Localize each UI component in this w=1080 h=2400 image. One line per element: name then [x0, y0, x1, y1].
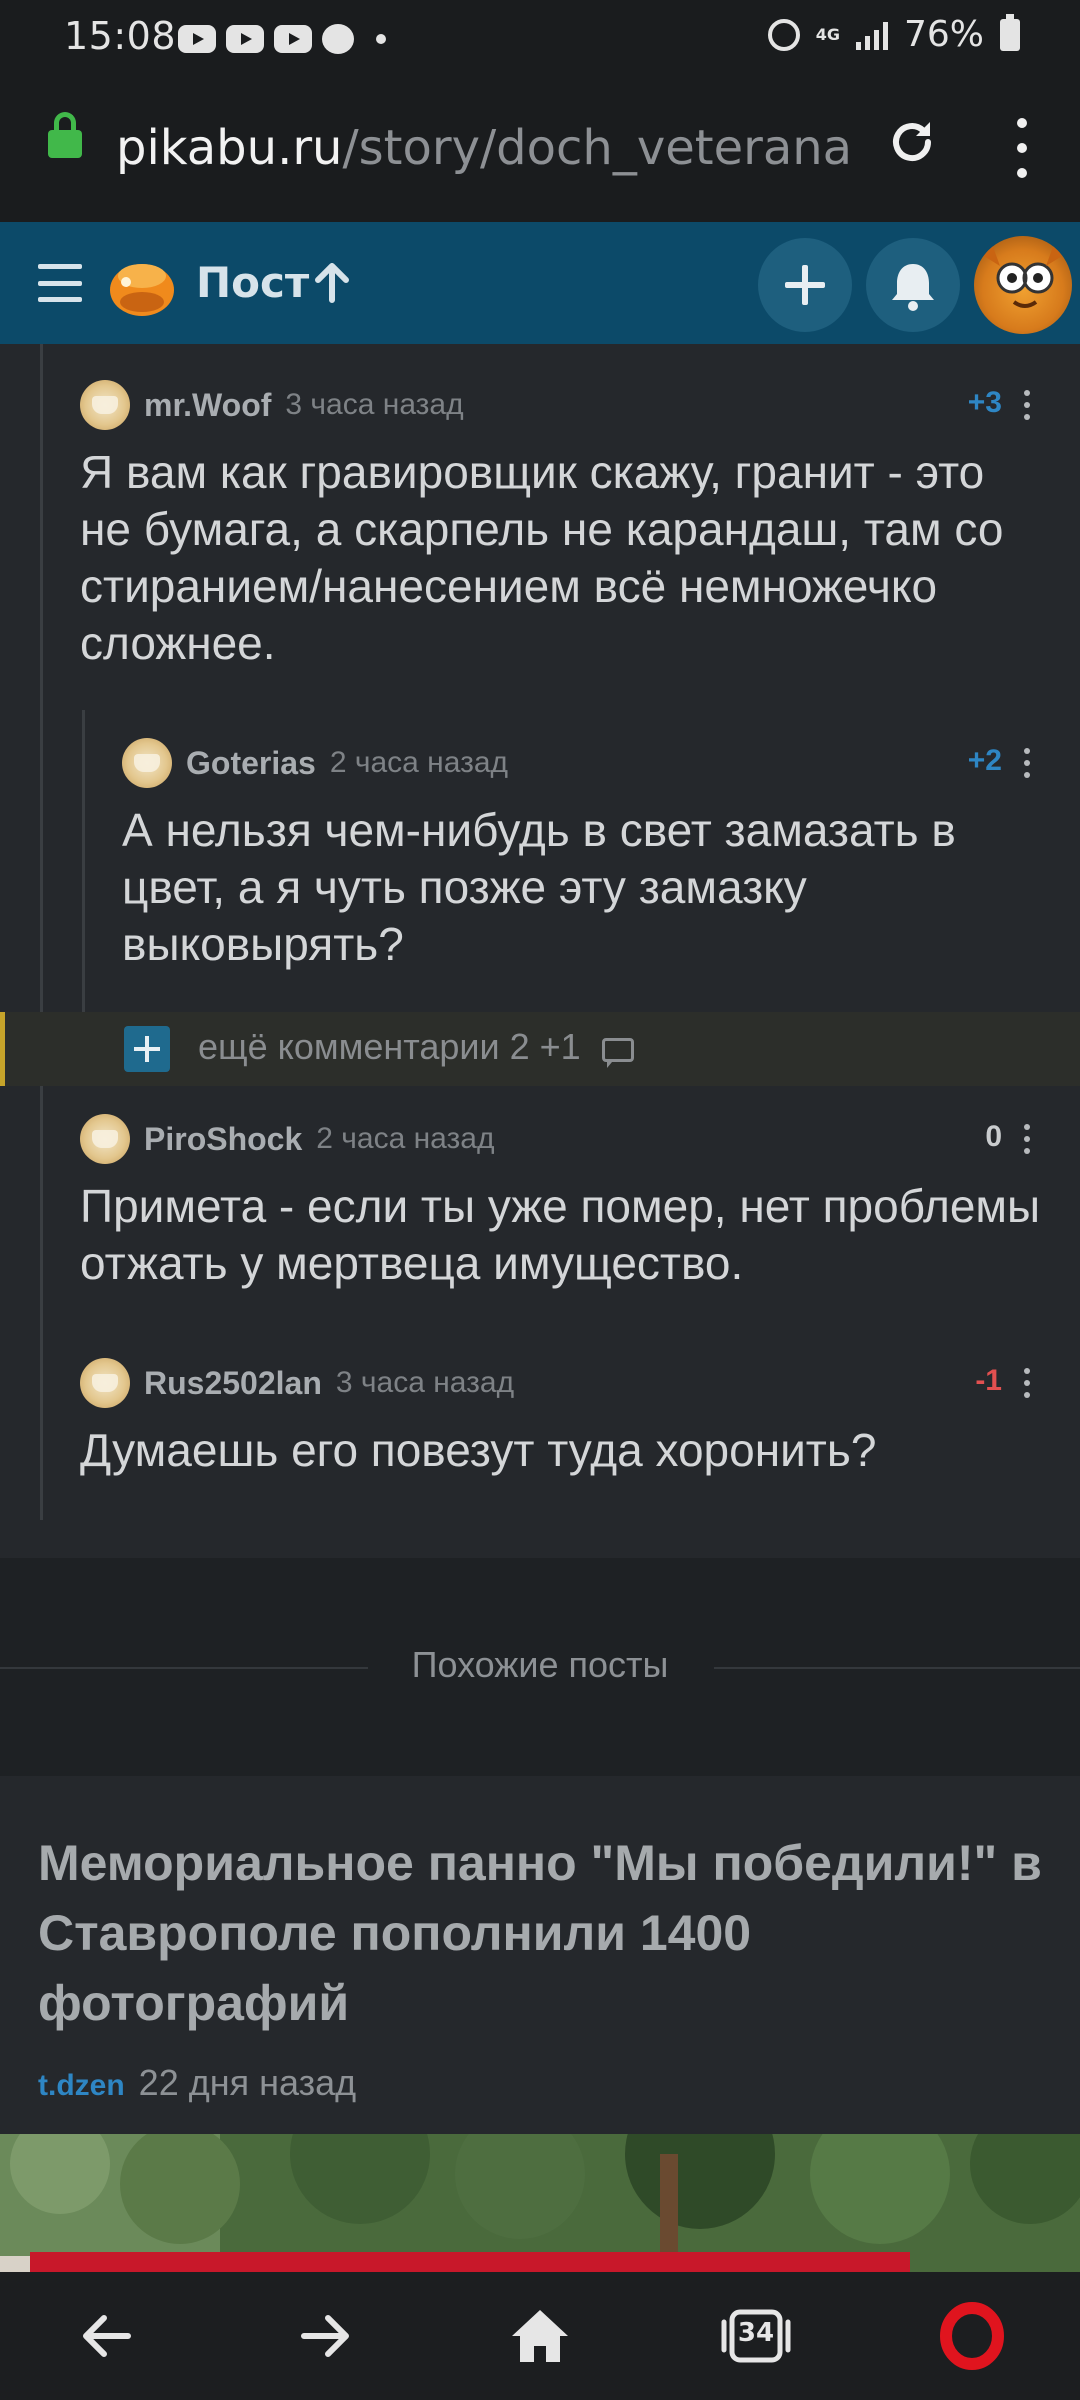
comment-time: 2 часа назад [329, 746, 509, 779]
browser-url-bar: pikabu.ru/story/doch_veterana_pros [0, 78, 1080, 222]
similar-post-source[interactable]: t.dzen [38, 2069, 125, 2103]
status-bar: 15:08 4G 76% [0, 0, 1080, 78]
forward-icon[interactable] [284, 2296, 364, 2376]
comment-time: 3 часа назад [335, 1366, 515, 1399]
similar-post-time: 22 дня назад [138, 2062, 357, 2103]
signal-icon [855, 20, 888, 50]
comment-header: PiroShock 2 часа назад [80, 1114, 494, 1164]
comment-menu-icon[interactable] [1022, 1124, 1032, 1154]
more-notifications-icon [376, 34, 386, 44]
comment-text: Думаешь его повезут туда хоронить? [80, 1424, 877, 1476]
similar-post-title[interactable]: Мемориальное панно "Мы победили!" в Став… [38, 1828, 1048, 2038]
avatar[interactable] [80, 1114, 130, 1164]
youtube-notification-icon [274, 25, 312, 53]
reply-thread-line[interactable] [82, 710, 85, 1016]
browser-bottom-nav: 34 [0, 2272, 1080, 2400]
comment-author[interactable]: Goterias [186, 745, 316, 782]
user-avatar[interactable] [974, 236, 1072, 334]
comment-menu-icon[interactable] [1022, 1368, 1032, 1398]
comment-header: Goterias 2 часа назад [122, 738, 508, 788]
youtube-notification-icon [226, 25, 264, 53]
back-icon[interactable] [68, 2296, 148, 2376]
status-time: 15:08 [64, 14, 177, 58]
page-title: Пост [196, 258, 310, 307]
comment-rating: +2 [967, 744, 1002, 777]
menu-icon[interactable] [38, 264, 82, 302]
notification-icons [178, 24, 386, 54]
comment-menu-icon[interactable] [1022, 390, 1032, 420]
url-field[interactable]: pikabu.ru/story/doch_veterana_pros [116, 120, 850, 176]
battery-icon [1000, 13, 1020, 51]
comment-rating: 0 [985, 1120, 1002, 1153]
bell-icon [892, 264, 934, 311]
highlight-bar [0, 1012, 5, 1086]
trees-photo [0, 2134, 1080, 2272]
cat-avatar-icon [984, 244, 1062, 308]
comment-author[interactable]: Rus2502lan [144, 1365, 322, 1402]
app-notification-icon [322, 24, 354, 54]
avatar[interactable] [80, 380, 130, 430]
tabs-count: 34 [737, 2318, 775, 2348]
similar-post-image[interactable] [0, 2134, 1080, 2272]
comment-text: А нельзя чем-нибудь в свет замазать в цв… [122, 804, 956, 970]
comment-time: 2 часа назад [316, 1122, 495, 1155]
comment-bubble-icon [602, 1038, 634, 1068]
avatar[interactable] [80, 1358, 130, 1408]
similar-posts-heading: Похожие посты [411, 1644, 669, 1685]
comment-text: Я вам как гравировщик скажу, гранит - эт… [80, 446, 1004, 669]
comment-rating: -1 [975, 1364, 1002, 1397]
reload-icon[interactable] [884, 114, 940, 170]
add-post-button[interactable] [758, 238, 852, 332]
comment-author[interactable]: mr.Woof [144, 387, 271, 424]
more-comments-label[interactable]: ещё комментарии 2 +1 [198, 1026, 581, 1068]
youtube-notification-icon [178, 25, 216, 53]
similar-post-meta: t.dzen 22 дня назад [38, 2062, 356, 2104]
more-comments-row[interactable]: ещё комментарии 2 +1 [0, 1012, 1080, 1086]
url-path: /story/doch_veterana_pros [342, 120, 850, 176]
thread-line[interactable] [40, 344, 43, 1520]
lock-icon-body [48, 130, 82, 158]
pikabu-logo-icon[interactable] [104, 246, 178, 320]
comment-author[interactable]: PiroShock [144, 1121, 302, 1158]
comment-time: 3 часа назад [285, 388, 464, 421]
opera-menu-icon[interactable] [932, 2296, 1012, 2376]
browser-menu-icon[interactable] [1004, 118, 1040, 178]
expand-comments-button[interactable] [124, 1026, 170, 1072]
alarm-icon [767, 18, 800, 51]
comment-rating: +3 [967, 386, 1002, 419]
url-host: pikabu.ru [116, 120, 343, 176]
comment-header: mr.Woof 3 часа назад [80, 380, 464, 430]
site-header: Пост [0, 222, 1080, 344]
comment-text: Примета - если ты уже помер, нет проблем… [80, 1180, 1041, 1289]
avatar[interactable] [122, 738, 172, 788]
tabs-button[interactable]: 34 [716, 2296, 796, 2376]
battery-percent: 76% [903, 14, 984, 55]
notifications-button[interactable] [866, 238, 960, 332]
plus-icon [785, 265, 825, 305]
scroll-up-icon[interactable] [312, 258, 352, 306]
similar-posts-header: Похожие посты [0, 1558, 1080, 1776]
comment-header: Rus2502lan 3 часа назад [80, 1358, 514, 1408]
network-type: 4G [815, 24, 840, 44]
similar-post-card[interactable]: Мемориальное панно "Мы победили!" в Став… [0, 1776, 1080, 2134]
comment-menu-icon[interactable] [1022, 748, 1032, 778]
home-icon[interactable] [500, 2296, 580, 2376]
system-icons: 4G 76% [767, 13, 1020, 55]
